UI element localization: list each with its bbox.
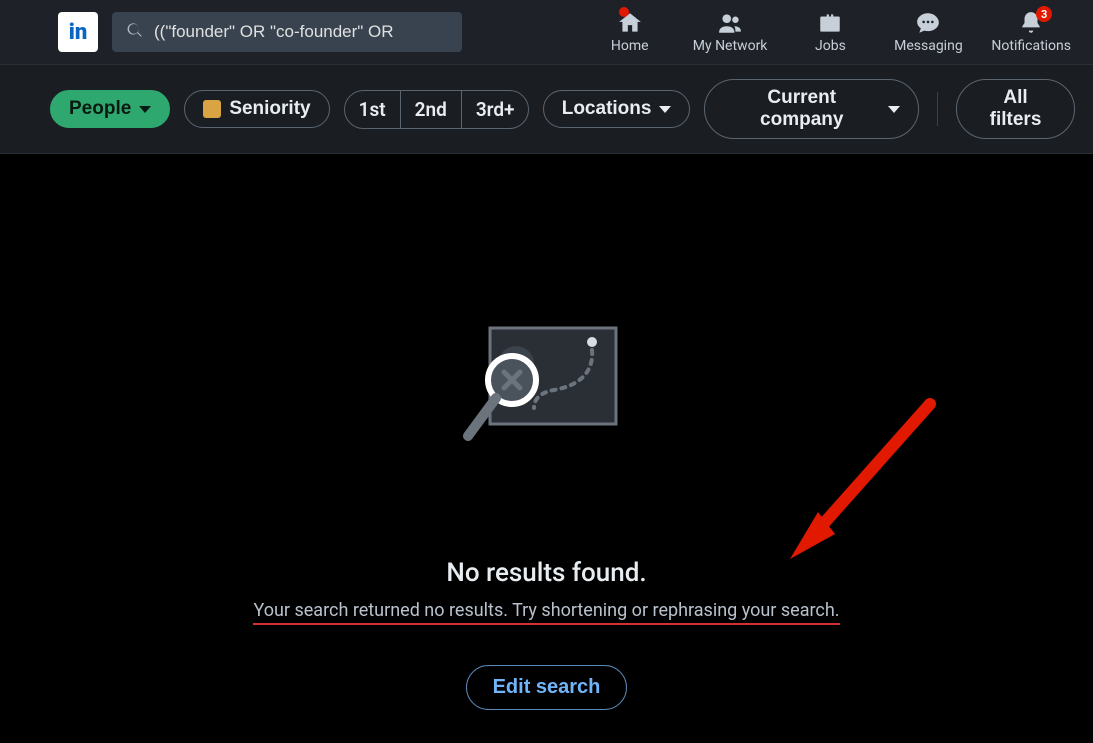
filter-current-company-label: Current company xyxy=(723,87,880,131)
conn-3rd[interactable]: 3rd+ xyxy=(462,91,529,128)
global-nav: in Home My Network Jobs xyxy=(0,0,1093,64)
people-icon xyxy=(717,10,743,36)
home-icon xyxy=(617,10,643,36)
no-results-illustration xyxy=(462,324,632,458)
nav-home-label: Home xyxy=(611,38,649,54)
primary-nav: Home My Network Jobs Messaging 3 xyxy=(595,10,1071,54)
home-badge-dot xyxy=(619,7,629,17)
nav-network[interactable]: My Network xyxy=(693,10,768,54)
nav-messaging-label: Messaging xyxy=(894,38,963,54)
filter-current-company[interactable]: Current company xyxy=(704,79,919,139)
empty-subtitle: Your search returned no results. Try sho… xyxy=(253,600,839,625)
filter-all-filters-label: All filters xyxy=(975,87,1056,131)
edit-search-button[interactable]: Edit search xyxy=(466,665,628,710)
nav-notifications[interactable]: 3 Notifications xyxy=(991,10,1071,54)
search-box[interactable] xyxy=(112,12,462,52)
seniority-icon xyxy=(203,100,221,118)
nav-messaging[interactable]: Messaging xyxy=(893,10,963,54)
caret-down-icon xyxy=(659,106,671,113)
notifications-badge: 3 xyxy=(1036,6,1052,22)
filter-all-filters[interactable]: All filters xyxy=(956,79,1075,139)
filter-locations-label: Locations xyxy=(562,98,652,120)
conn-2nd[interactable]: 2nd xyxy=(401,91,462,128)
nav-jobs-label: Jobs xyxy=(815,38,846,54)
annotation-arrow-icon xyxy=(780,394,950,574)
bell-icon: 3 xyxy=(1018,10,1044,36)
search-input[interactable] xyxy=(154,22,448,42)
filter-people-label: People xyxy=(69,98,131,120)
nav-home[interactable]: Home xyxy=(595,10,665,54)
logo-text: in xyxy=(69,20,87,45)
edit-search-label: Edit search xyxy=(493,676,601,698)
filter-locations[interactable]: Locations xyxy=(543,90,691,128)
conn-1st[interactable]: 1st xyxy=(345,91,401,128)
empty-title: No results found. xyxy=(446,558,646,588)
caret-down-icon xyxy=(888,106,900,113)
nav-notifications-label: Notifications xyxy=(991,38,1071,54)
filter-bar: People Seniority 1st 2nd 3rd+ Locations … xyxy=(0,64,1093,154)
filter-seniority[interactable]: Seniority xyxy=(184,90,329,128)
briefcase-icon xyxy=(817,10,843,36)
search-results-empty: No results found. Your search returned n… xyxy=(0,154,1093,743)
chat-icon xyxy=(915,10,941,36)
filter-seniority-label: Seniority xyxy=(229,98,310,120)
filter-people[interactable]: People xyxy=(50,90,170,128)
caret-down-icon xyxy=(139,106,151,113)
linkedin-logo[interactable]: in xyxy=(58,12,98,52)
nav-jobs[interactable]: Jobs xyxy=(795,10,865,54)
filter-separator xyxy=(937,92,938,126)
nav-network-label: My Network xyxy=(693,38,768,54)
connection-degree-group: 1st 2nd 3rd+ xyxy=(344,90,529,129)
search-icon xyxy=(126,21,144,43)
